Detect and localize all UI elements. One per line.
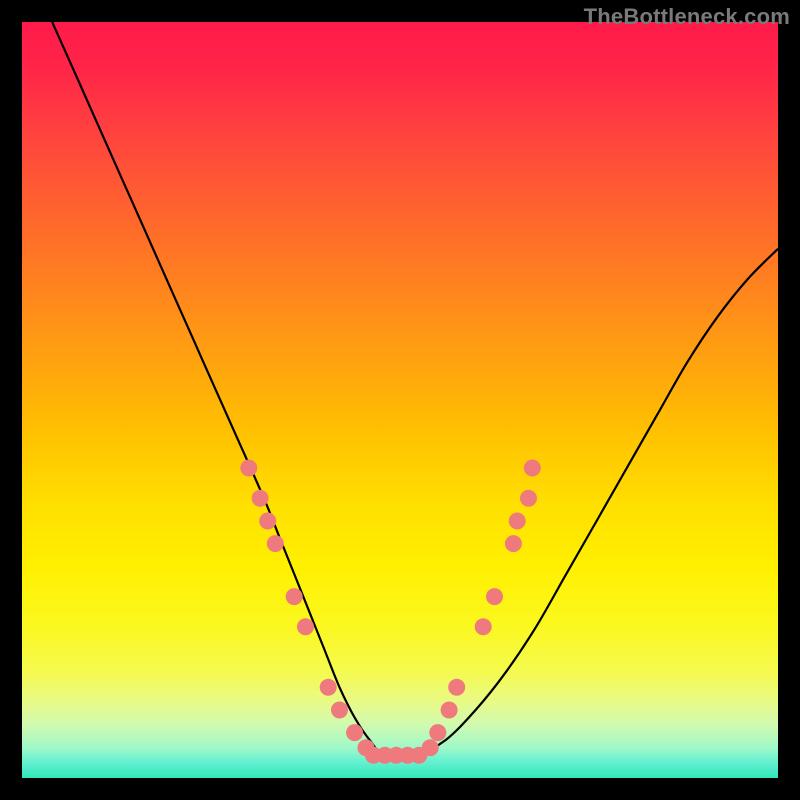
curve-marker [509,513,526,530]
curve-marker [267,535,284,552]
curve-marker [297,618,314,635]
curve-marker [346,724,363,741]
chart-svg [22,22,778,778]
curve-marker [240,460,257,477]
watermark-text: TheBottleneck.com [584,4,790,30]
curve-marker [259,513,276,530]
curve-marker [429,724,446,741]
chart-container: TheBottleneck.com [0,0,800,800]
bottleneck-curve [52,22,778,757]
curve-marker [252,490,269,507]
curve-marker [320,679,337,696]
curve-marker [520,490,537,507]
curve-marker [505,535,522,552]
curve-marker [475,618,492,635]
curve-marker [524,460,541,477]
curve-marker [441,702,458,719]
curve-marker [448,679,465,696]
curve-marker [486,588,503,605]
curve-marker [286,588,303,605]
curve-marker [331,702,348,719]
curve-markers [240,460,541,764]
curve-marker [422,739,439,756]
